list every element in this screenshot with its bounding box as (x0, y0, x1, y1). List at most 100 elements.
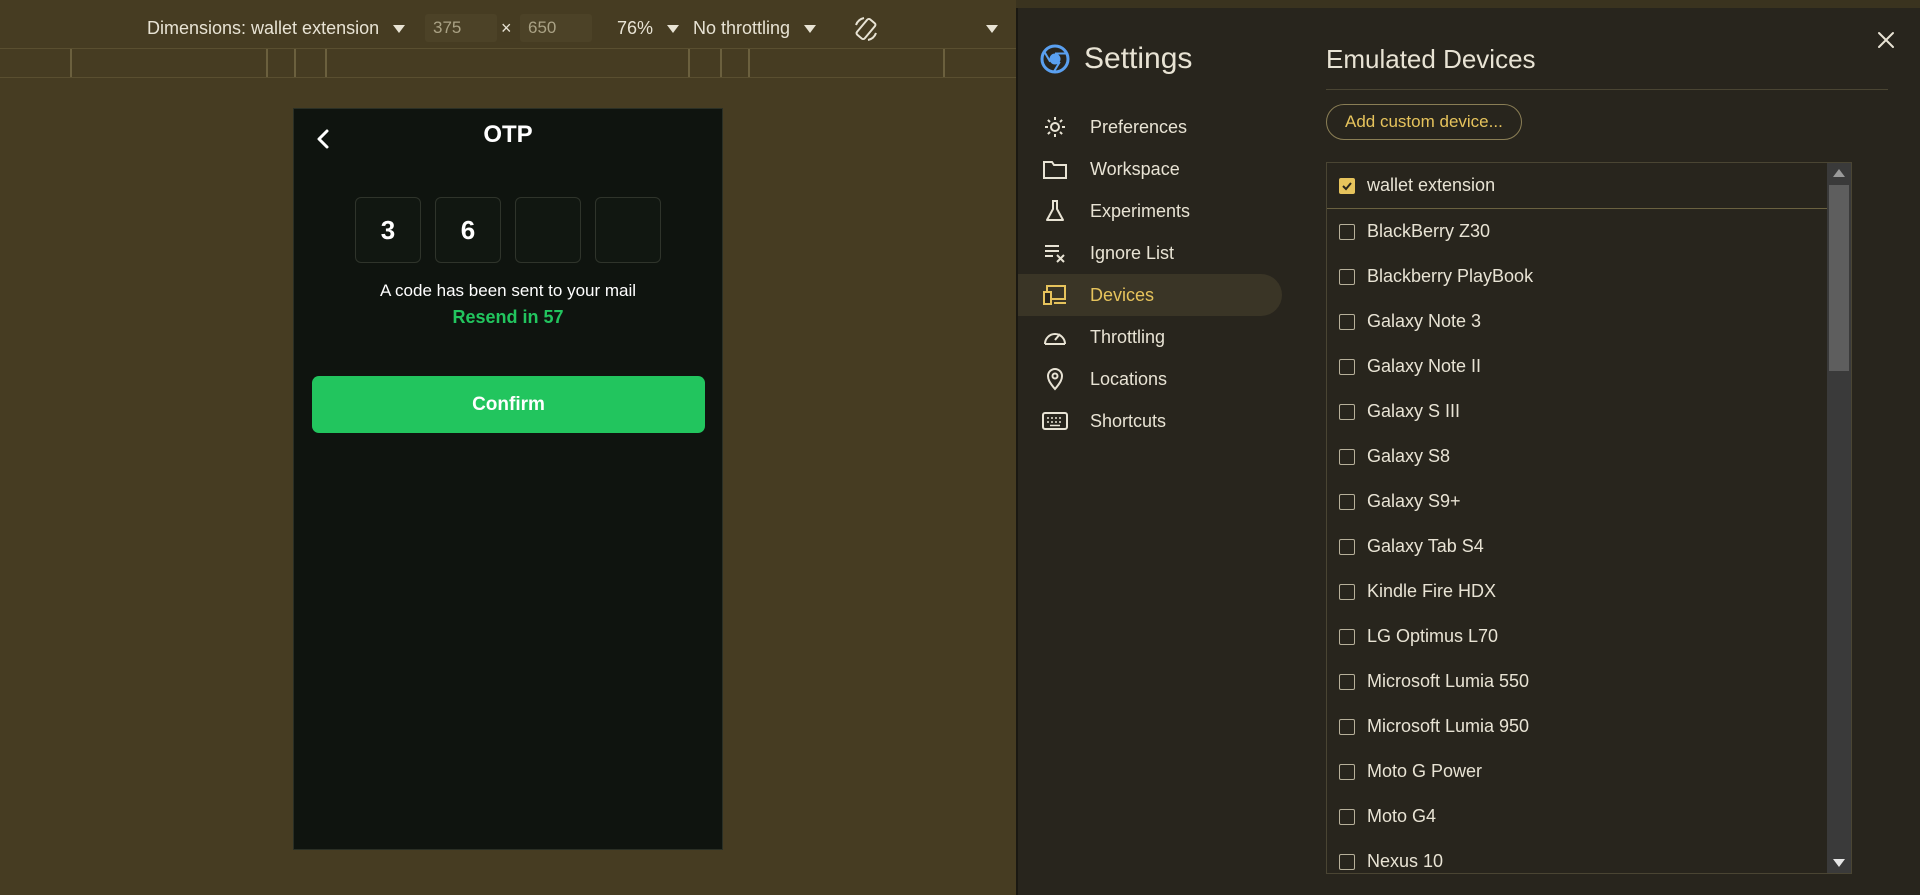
chevron-down-icon (986, 24, 998, 33)
device-checkbox[interactable] (1339, 673, 1355, 690)
throttling-label: No throttling (693, 18, 791, 38)
nav-item-devices[interactable]: Devices (1018, 274, 1282, 316)
zoom-dropdown[interactable]: 76% (617, 18, 680, 39)
device-checkbox[interactable] (1339, 808, 1355, 825)
zoom-label: 76% (617, 18, 654, 38)
scrollbar[interactable] (1827, 163, 1851, 873)
settings-header: Settings (1040, 42, 1192, 76)
location-pin-icon (1042, 366, 1068, 392)
nav-label: Preferences (1090, 116, 1188, 137)
device-name: Kindle Fire HDX (1367, 581, 1497, 601)
device-list: wallet extension BlackBerry Z30 Blackberry… (1326, 162, 1852, 874)
device-emulation-pane: Dimensions: wallet extension 375 × 650 7… (0, 0, 1016, 895)
device-row[interactable]: Galaxy Note II (1327, 344, 1851, 389)
scroll-thumb[interactable] (1829, 185, 1849, 371)
height-input[interactable]: 650 (520, 14, 592, 42)
device-checkbox[interactable] (1339, 538, 1355, 555)
nav-item-experiments[interactable]: Experiments (1018, 190, 1282, 232)
otp-digit-input[interactable]: 6 (435, 197, 501, 263)
device-checkbox[interactable] (1339, 853, 1355, 870)
device-checkbox[interactable] (1339, 223, 1355, 240)
device-name: Galaxy Tab S4 (1367, 536, 1484, 556)
otp-digit-input[interactable]: 3 (355, 197, 421, 263)
device-row[interactable]: BlackBerry Z30 (1327, 209, 1851, 254)
device-name: Galaxy S9+ (1367, 491, 1461, 511)
rotate-icon (855, 16, 877, 41)
device-row[interactable]: Galaxy S9+ (1327, 479, 1851, 524)
device-row[interactable]: Moto G4 (1327, 794, 1851, 839)
device-row[interactable]: Galaxy Note 3 (1327, 299, 1851, 344)
chevron-down-icon (393, 24, 406, 33)
device-name: Galaxy S8 (1367, 446, 1451, 466)
resend-countdown: Resend in 57 (452, 307, 564, 327)
device-checkbox[interactable] (1339, 313, 1355, 330)
folder-icon (1042, 156, 1068, 182)
device-checkbox[interactable] (1339, 718, 1355, 735)
device-checkbox[interactable] (1339, 268, 1355, 285)
device-checkbox[interactable] (1339, 583, 1355, 600)
device-checkbox[interactable] (1339, 448, 1355, 465)
device-checkbox[interactable] (1339, 493, 1355, 510)
device-checkbox[interactable] (1339, 403, 1355, 420)
speedometer-icon (1042, 324, 1068, 350)
device-row[interactable]: Moto G Power (1327, 749, 1851, 794)
section-title: Emulated Devices (1326, 44, 1888, 90)
confirm-button[interactable]: Confirm (312, 376, 705, 433)
device-name: Microsoft Lumia 950 (1367, 716, 1530, 736)
nav-label: Throttling (1090, 326, 1166, 347)
nav-item-workspace[interactable]: Workspace (1018, 148, 1282, 190)
device-checkbox[interactable] (1339, 763, 1355, 780)
nav-label: Locations (1090, 368, 1168, 389)
otp-digit-input[interactable] (515, 197, 581, 263)
nav-item-preferences[interactable]: Preferences (1018, 106, 1282, 148)
dimensions-dropdown[interactable]: Dimensions: wallet extension (147, 18, 406, 39)
nav-item-locations[interactable]: Locations (1018, 358, 1282, 400)
device-name: Moto G4 (1367, 806, 1437, 826)
emulated-viewport: OTP 3 6 A code has been sent to your mai… (293, 108, 723, 850)
flask-icon (1042, 198, 1068, 224)
otp-digit-input[interactable] (595, 197, 661, 263)
device-row[interactable]: LG Optimus L70 (1327, 614, 1851, 659)
device-name: Galaxy S III (1367, 401, 1461, 421)
rotate-button[interactable] (852, 15, 880, 43)
device-name: Galaxy Note 3 (1367, 311, 1482, 331)
device-row[interactable]: Microsoft Lumia 550 (1327, 659, 1851, 704)
ruler-tick (266, 49, 268, 77)
nav-label: Workspace (1090, 158, 1180, 179)
device-checkbox[interactable] (1339, 358, 1355, 375)
times-sign: × (501, 18, 512, 38)
gear-icon (1042, 114, 1068, 140)
scroll-up-icon[interactable] (1833, 169, 1845, 177)
ruler-tick (70, 49, 72, 77)
device-checkbox[interactable] (1339, 628, 1355, 645)
chevron-down-icon (667, 24, 680, 33)
device-checkbox[interactable] (1339, 177, 1355, 194)
nav-item-ignore-list[interactable]: Ignore List (1018, 232, 1282, 274)
page-title: OTP (483, 121, 533, 148)
device-row[interactable]: Galaxy S III (1327, 389, 1851, 434)
dimensions-label: Dimensions: wallet extension (147, 18, 380, 38)
settings-title: Settings (1084, 42, 1193, 75)
device-row[interactable]: Galaxy S8 (1327, 434, 1851, 479)
device-name: Galaxy Note II (1367, 356, 1482, 376)
scroll-down-icon[interactable] (1833, 859, 1845, 867)
ruler-tick (294, 49, 296, 77)
width-input[interactable]: 375 (425, 14, 497, 42)
device-row[interactable]: Nexus 10 (1327, 839, 1851, 873)
nav-item-shortcuts[interactable]: Shortcuts (1018, 400, 1282, 442)
device-row[interactable]: Microsoft Lumia 950 (1327, 704, 1851, 749)
device-row[interactable]: Galaxy Tab S4 (1327, 524, 1851, 569)
add-custom-device-button[interactable]: Add custom device... (1326, 104, 1522, 140)
ruler-tick (748, 49, 750, 77)
nav-label: Ignore List (1090, 242, 1175, 263)
chevron-down-icon (804, 24, 817, 33)
checkmark-icon (1342, 181, 1352, 190)
nav-item-throttling[interactable]: Throttling (1018, 316, 1282, 358)
device-row[interactable]: Blackberry PlayBook (1327, 254, 1851, 299)
throttling-dropdown[interactable]: No throttling (693, 18, 817, 39)
ruler-tick (720, 49, 722, 77)
keyboard-icon (1042, 408, 1068, 434)
device-row[interactable]: wallet extension (1327, 163, 1851, 209)
device-row[interactable]: Kindle Fire HDX (1327, 569, 1851, 614)
more-options-button[interactable] (980, 24, 998, 33)
